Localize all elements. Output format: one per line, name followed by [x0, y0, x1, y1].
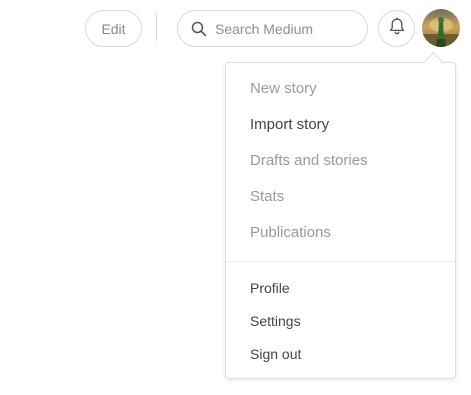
menu-divider — [226, 261, 455, 262]
menu-item-import-story[interactable]: Import story — [250, 116, 329, 133]
menu-item-profile[interactable]: Profile — [250, 280, 290, 296]
menu-item-sign-out[interactable]: Sign out — [250, 346, 301, 362]
search-input[interactable] — [215, 20, 355, 37]
search-icon — [191, 21, 207, 37]
avatar[interactable] — [422, 9, 460, 47]
user-dropdown-menu: New story Import story Drafts and storie… — [225, 62, 456, 379]
notifications-button[interactable] — [378, 10, 415, 47]
header-divider — [156, 13, 157, 41]
edit-button-label: Edit — [101, 20, 126, 37]
page: Edit Search Medium New story Import stor… — [0, 0, 471, 395]
menu-item-settings[interactable]: Settings — [250, 313, 301, 329]
menu-item-stats[interactable]: Stats — [250, 188, 284, 205]
user-avatar-icon — [422, 9, 460, 47]
menu-item-drafts-and-stories[interactable]: Drafts and stories — [250, 152, 368, 169]
menu-item-new-story[interactable]: New story — [250, 80, 317, 97]
menu-item-publications[interactable]: Publications — [250, 224, 331, 241]
bell-icon — [388, 16, 406, 41]
search-box[interactable] — [177, 10, 368, 47]
edit-button[interactable]: Edit — [85, 10, 142, 47]
